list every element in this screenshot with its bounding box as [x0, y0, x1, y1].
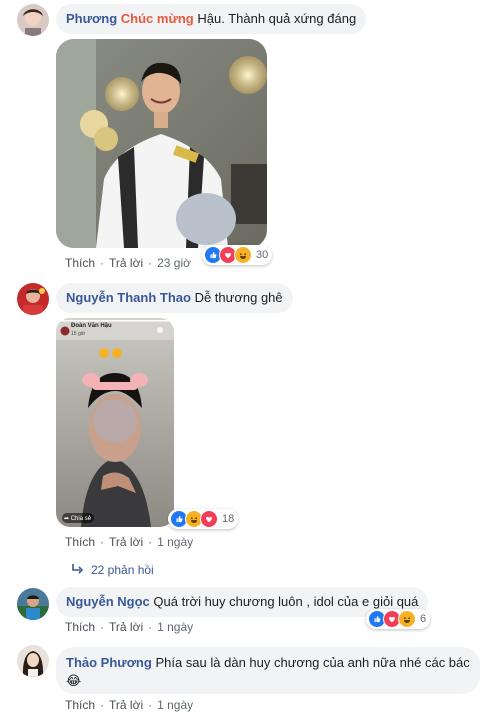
laughing-emoji-icon: 😂	[66, 674, 82, 689]
reaction-count: 18	[222, 513, 235, 525]
comment-bubble: Thảo Phương Phía sau là dàn huy chương c…	[56, 647, 480, 694]
avatar-thao-phuong[interactable]	[17, 645, 49, 677]
comment-actions: Thích · Trả lời · 1 ngày	[65, 698, 194, 712]
view-replies-link[interactable]: 22 phản hồi	[71, 563, 154, 577]
avatar-phuong[interactable]	[17, 4, 49, 36]
story-image	[56, 318, 174, 527]
comment-actions: Thích · Trả lời · 23 giờ	[65, 256, 191, 270]
like-link[interactable]: Thích	[65, 698, 95, 712]
avatar-image	[17, 588, 49, 620]
reaction-count: 6	[420, 613, 427, 625]
comment-author[interactable]: Nguyễn Thanh Thao	[66, 290, 191, 305]
comment-time[interactable]: 23 giờ	[157, 256, 191, 270]
reply-link[interactable]: Trả lời	[109, 620, 143, 634]
comment-text: Quá trời huy chương luôn , idol của e gi…	[153, 594, 419, 609]
like-link[interactable]: Thích	[65, 256, 95, 270]
story-user: Đoàn Văn Hậu	[71, 323, 112, 329]
comment-photo[interactable]	[56, 39, 267, 248]
comment-author[interactable]: Nguyễn Ngọc	[66, 594, 150, 609]
comment-bubble: Nguyễn Thanh Thao Dễ thương ghê	[56, 283, 293, 313]
photo-image	[56, 39, 267, 248]
comment-time[interactable]: 1 ngày	[157, 620, 193, 634]
haha-icon	[398, 610, 416, 628]
reaction-count: 30	[256, 249, 269, 261]
comment-highlight: Chúc mừng	[120, 11, 194, 26]
replies-count: 22 phản hồi	[91, 563, 154, 577]
comment-author[interactable]: Thảo Phương	[66, 655, 152, 670]
share-icon: ➦	[64, 516, 70, 522]
avatar-image	[17, 645, 49, 677]
avatar-image	[17, 4, 49, 36]
reply-link[interactable]: Trả lời	[109, 256, 143, 270]
reactions-summary[interactable]: 30	[202, 245, 273, 265]
comment-actions: Thích · Trả lời · 1 ngày	[65, 535, 194, 549]
love-icon	[200, 510, 218, 528]
comment-actions: Thích · Trả lời · 1 ngày	[65, 620, 194, 634]
comment-bubble: Phương Chúc mừng Hậu. Thành quả xứng đán…	[56, 4, 367, 34]
haha-icon	[234, 246, 252, 264]
reply-link[interactable]: Trả lời	[109, 698, 143, 712]
avatar-nguyen-ngoc[interactable]	[17, 588, 49, 620]
story-time: 15 giờ	[71, 331, 86, 337]
story-photo[interactable]: Đoàn Văn Hậu 15 giờ ➦ Chia sẻ	[56, 318, 174, 527]
comment-text: Hậu. Thành quả xứng đáng	[193, 11, 357, 26]
comment-text: Phía sau là dàn huy chương của anh nữa n…	[155, 655, 470, 670]
reactions-summary[interactable]: 6	[366, 609, 431, 629]
share-label[interactable]: ➦ Chia sẻ	[64, 515, 91, 522]
comment-time[interactable]: 1 ngày	[157, 698, 193, 712]
reactions-summary[interactable]: 18	[168, 509, 239, 529]
reply-link[interactable]: Trả lời	[109, 535, 143, 549]
comment-time[interactable]: 1 ngày	[157, 535, 193, 549]
comment-author[interactable]: Phương	[66, 11, 117, 26]
comment-text: Dễ thương ghê	[194, 290, 283, 305]
like-link[interactable]: Thích	[65, 620, 95, 634]
avatar-nguyen-thanh-thao[interactable]	[17, 283, 49, 315]
reply-arrow-icon	[71, 563, 84, 577]
avatar-image	[17, 283, 49, 315]
like-link[interactable]: Thích	[65, 535, 95, 549]
